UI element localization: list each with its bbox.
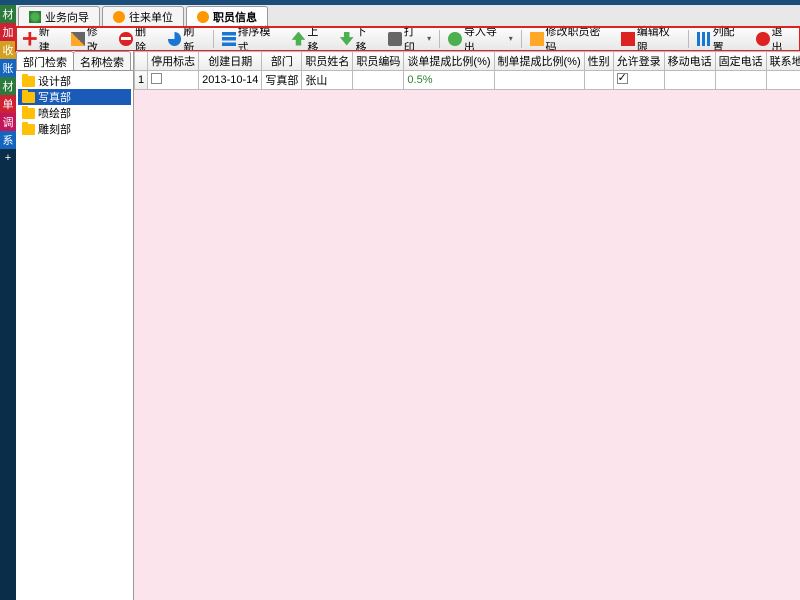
column-header[interactable]: 联系地址	[766, 52, 800, 71]
toolbar-修改职员密码[interactable]: 修改职员密码	[525, 29, 615, 49]
cell-login	[613, 71, 664, 90]
tree-tab-名称检索[interactable]: 名称检索	[73, 51, 131, 70]
toolbar-列配置[interactable]: 列配置	[692, 29, 750, 49]
checkbox-stop[interactable]	[151, 73, 162, 84]
table-row[interactable]: 1 2013-10-14写真部张山 0.5%	[135, 71, 800, 90]
column-header[interactable]	[135, 52, 148, 71]
toolbar-退出[interactable]: 退出	[751, 29, 798, 49]
up-icon	[292, 32, 306, 46]
column-header[interactable]: 固定电话	[715, 52, 766, 71]
toolbar-删除[interactable]: 删除	[114, 29, 161, 49]
cell-tel	[715, 71, 766, 90]
column-header[interactable]: 性别	[584, 52, 613, 71]
column-header[interactable]: 创建日期	[199, 52, 262, 71]
folder-icon	[22, 124, 35, 135]
del-icon	[119, 32, 133, 46]
column-header[interactable]: 谈单提成比例(%)	[404, 52, 494, 71]
down-icon	[340, 32, 354, 46]
sidenav-item[interactable]: 系	[0, 131, 16, 149]
toolbar-上移[interactable]: 上移	[287, 29, 334, 49]
print-icon	[388, 32, 402, 46]
column-header[interactable]: 部门	[262, 52, 302, 71]
column-header[interactable]: 移动电话	[664, 52, 715, 71]
export-icon	[448, 32, 462, 46]
cell-name: 张山	[302, 71, 353, 90]
toolbar-编辑权限[interactable]: 编辑权限	[616, 29, 685, 49]
toolbar-刷新[interactable]: 刷新	[163, 29, 210, 49]
cell-rate2	[494, 71, 584, 90]
tree-tab-部门检索[interactable]: 部门检索	[16, 51, 74, 70]
sidenav-item[interactable]: 单	[0, 95, 16, 113]
cell-code	[353, 71, 404, 90]
sidenav-item[interactable]: 收	[0, 41, 16, 59]
toolbar-下移[interactable]: 下移	[335, 29, 382, 49]
exit-icon	[756, 32, 770, 46]
column-header[interactable]: 停用标志	[148, 52, 199, 71]
employee-table: 停用标志创建日期部门职员姓名职员编码谈单提成比例(%)制单提成比例(%)性别允许…	[134, 51, 800, 90]
cell-mobile	[664, 71, 715, 90]
tree-item[interactable]: 设计部	[18, 73, 131, 89]
toolbar-排序模式[interactable]: 排序模式	[217, 29, 286, 49]
cell-rate1: 0.5%	[404, 71, 494, 90]
column-header[interactable]: 职员编码	[353, 52, 404, 71]
globe-icon	[29, 11, 41, 23]
side-nav: 材加收账材单调系+	[0, 5, 16, 600]
new-icon	[23, 32, 37, 46]
row-number: 1	[135, 71, 148, 90]
sidenav-item[interactable]: 调	[0, 113, 16, 131]
toolbar-导入导出[interactable]: 导入导出▾	[443, 29, 518, 49]
column-header[interactable]: 职员姓名	[302, 52, 353, 71]
tree-item[interactable]: 喷绘部	[18, 105, 131, 121]
perm-icon	[621, 32, 635, 46]
toolbar: 新建修改删除刷新排序模式上移下移打印▾ 导入导出▾ 修改职员密码编辑权限列配置退出	[16, 27, 800, 51]
tree-item[interactable]: 雕刻部	[18, 121, 131, 137]
folder-icon	[22, 76, 35, 87]
sidenav-add[interactable]: +	[0, 149, 16, 167]
grid-pane: 停用标志创建日期部门职员姓名职员编码谈单提成比例(%)制单提成比例(%)性别允许…	[134, 51, 800, 600]
sidenav-item[interactable]: 加	[0, 23, 16, 41]
toolbar-新建[interactable]: 新建	[18, 29, 65, 49]
cell-addr	[766, 71, 800, 90]
cell-sex	[584, 71, 613, 90]
refresh-icon	[168, 32, 182, 46]
user-icon	[197, 11, 209, 23]
sidenav-item[interactable]: 账	[0, 59, 16, 77]
folder-icon	[22, 108, 35, 119]
cell-dept: 写真部	[262, 71, 302, 90]
user-icon	[113, 11, 125, 23]
cell-stop	[148, 71, 199, 90]
column-header[interactable]: 制单提成比例(%)	[494, 52, 584, 71]
toolbar-修改[interactable]: 修改	[66, 29, 113, 49]
folder-icon	[22, 92, 35, 103]
column-header[interactable]: 允许登录	[613, 52, 664, 71]
cols-icon	[697, 32, 711, 46]
sort-icon	[222, 32, 236, 46]
sidenav-item[interactable]: 材	[0, 77, 16, 95]
tree-pane: 部门检索名称检索 设计部写真部喷绘部雕刻部	[16, 51, 134, 600]
key-icon	[530, 32, 544, 46]
cell-date: 2013-10-14	[199, 71, 262, 90]
toolbar-打印[interactable]: 打印▾	[383, 29, 436, 49]
tree-item[interactable]: 写真部	[18, 89, 131, 105]
edit-icon	[71, 32, 85, 46]
checkbox-login[interactable]	[617, 73, 628, 84]
sidenav-item[interactable]: 材	[0, 5, 16, 23]
